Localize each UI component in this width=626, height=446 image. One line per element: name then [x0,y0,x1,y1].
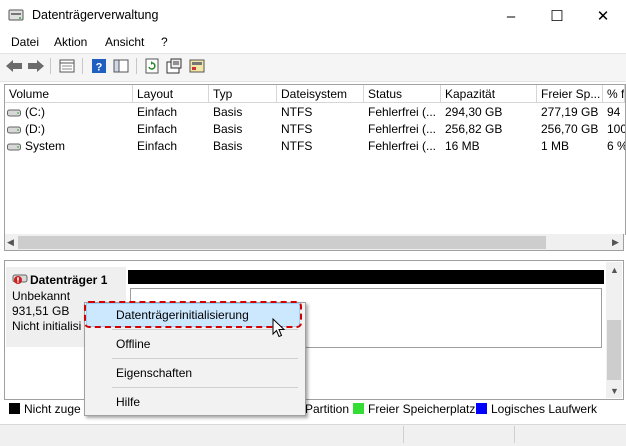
disk-name: Datenträger 1 [30,273,108,287]
table-cell: 94 [607,105,621,119]
column-header-kapazitaet[interactable]: Kapazität [441,85,537,103]
properties-icon[interactable] [165,57,183,75]
table-cell: 16 MB [445,139,480,153]
scroll-right-icon[interactable]: ▶ [612,237,619,248]
drive-icon [7,124,21,134]
legend-swatch-logical-drive [476,403,487,414]
window-title: Datenträgerverwaltung [32,8,159,22]
console-icon[interactable] [112,57,130,75]
highlight-annotation [84,301,302,328]
table-cell: Einfach [137,122,178,136]
table-cell: NTFS [281,105,313,119]
table-cell: 256,82 GB [445,122,503,136]
minimize-button[interactable]: – [488,0,534,32]
table-cell: Basis [213,139,243,153]
menu-ansicht[interactable]: Ansicht [105,35,144,49]
menu-aktion[interactable]: Aktion [54,35,87,49]
scroll-left-icon[interactable]: ◀ [7,237,14,248]
toolbar-separator [136,58,137,74]
column-header-dateisystem[interactable]: Dateisystem [277,85,364,103]
vertical-scroll-thumb[interactable] [607,320,621,380]
status-bar-divider [403,426,404,443]
status-bar-divider [514,426,515,443]
legend-label-free-space: Freier Speicherplatz [368,402,476,416]
maximize-button[interactable]: ☐ [534,0,580,32]
menu-help[interactable]: ? [161,35,168,49]
menu-separator [112,387,298,388]
column-header-layout[interactable]: Layout [133,85,209,103]
volume-list: Volume Layout Typ Dateisystem Status Kap… [4,84,626,235]
svg-text:?: ? [96,62,103,74]
column-header-volume[interactable]: Volume [5,85,133,103]
menu-item-offline[interactable]: Offline [88,332,300,356]
table-cell[interactable]: (C:) [21,104,131,121]
help-icon[interactable]: ? [90,57,108,75]
disk-management-icon [8,7,24,23]
column-header-typ[interactable]: Typ [209,85,277,103]
column-header-prozent-frei[interactable]: % f [603,85,625,103]
rescan-icon[interactable] [188,57,206,75]
table-cell: Basis [213,122,243,136]
legend-label-unallocated: Nicht zuge [24,402,81,416]
disk-not-initialized-icon [12,272,28,286]
table-cell: 1 MB [541,139,570,153]
table-cell: Fehlerfrei (... [368,105,437,119]
table-cell: Fehlerfrei (... [368,122,437,136]
table-cell: NTFS [281,122,313,136]
disk-list-icon[interactable] [58,57,76,75]
table-cell: Einfach [137,139,178,153]
unallocated-bar [128,270,604,284]
legend-swatch-free-space [353,403,364,414]
horizontal-scroll-thumb[interactable] [18,236,546,249]
back-icon[interactable] [5,57,23,75]
table-cell: 100 [607,122,625,136]
legend-label-partition: Partition [305,402,350,416]
menu-separator [112,358,298,359]
drive-icon [7,141,21,151]
legend-label-logical-drive: Logisches Laufwerk [491,402,598,416]
table-cell: NTFS [281,139,313,153]
table-cell: 294,30 GB [445,105,503,119]
menu-item-help[interactable]: Hilfe [88,390,300,414]
table-cell: 256,70 GB [541,122,599,136]
drive-icon [7,107,21,117]
toolbar-separator [50,58,51,74]
toolbar-separator [82,58,83,74]
disk-type: Unbekannt [12,289,71,303]
disk-size: 931,51 GB [12,304,70,318]
table-cell: 277,19 GB [541,105,599,119]
menu-separator [112,329,298,330]
table-cell: Fehlerfrei (... [368,139,437,153]
close-button[interactable]: ✕ [580,0,626,32]
forward-icon[interactable] [27,57,45,75]
mouse-cursor-icon [272,317,286,338]
menu-item-properties[interactable]: Eigenschaften [88,361,300,385]
refresh-icon[interactable] [143,57,161,75]
table-cell: Basis [213,105,243,119]
scroll-up-icon[interactable]: ▲ [610,265,619,275]
menu-datei[interactable]: Datei [11,35,39,49]
table-cell[interactable]: System [21,138,131,155]
menu-bar [0,32,626,52]
legend-swatch-unallocated [9,403,20,414]
table-cell: Einfach [137,105,178,119]
table-cell[interactable]: (D:) [21,121,131,138]
status-bar [0,424,626,446]
table-cell: 6 % [607,139,625,153]
column-header-freier-speicher[interactable]: Freier Sp... [537,85,603,103]
scroll-down-icon[interactable]: ▼ [610,386,619,396]
column-header-status[interactable]: Status [364,85,441,103]
